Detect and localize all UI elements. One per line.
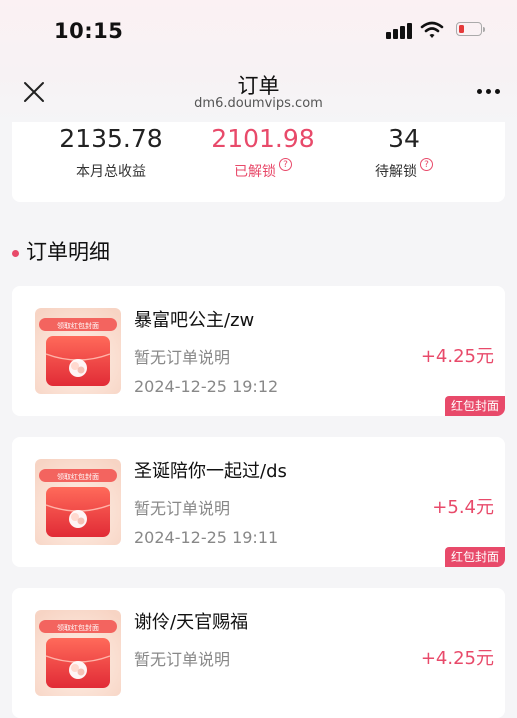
order-tag: 红包封面 — [444, 396, 505, 416]
order-name: 圣诞陪你一起过/ds — [134, 461, 287, 482]
stats-card: 2135.78 本月总收益 2101.98 已解锁? 34 待解锁? — [12, 122, 505, 202]
order-amount: +4.25元 — [420, 346, 494, 367]
nav-bar: 订单 dm6.doumvips.com — [0, 62, 517, 122]
page-url: dm6.doumvips.com — [194, 96, 323, 111]
more-icon[interactable] — [474, 86, 504, 98]
order-thumbnail: 领取红包封面领取红包封面 — [35, 459, 121, 545]
section-title: 订单明细 — [12, 236, 110, 266]
battery-icon — [456, 22, 489, 38]
wifi-icon — [420, 21, 444, 38]
status-bar: 10:15 — [0, 0, 517, 62]
stat-label-text: 本月总收益 — [76, 164, 146, 180]
stat-label-text: 待解锁 — [375, 164, 417, 180]
order-time: 2024-12-25 19:11 — [134, 528, 279, 547]
stat-value: 2101.98 — [211, 124, 315, 153]
stat-value: 34 — [388, 124, 420, 153]
stat-item: 2135.78 本月总收益 — [31, 122, 191, 181]
order-card[interactable]: 领取红包封面领取红包封面暴富吧公主/zw 暂无订单说明 2024-12-25 19:… — [12, 286, 505, 416]
stat-label: 待解锁? — [324, 158, 484, 181]
stat-item: 2101.98 已解锁? — [183, 122, 343, 181]
order-thumbnail: 领取红包封面领取红包封面 — [35, 610, 121, 696]
order-description: 暂无订单说明 — [134, 650, 231, 669]
status-time: 10:15 — [54, 19, 124, 43]
order-description: 暂无订单说明 — [134, 499, 231, 518]
order-card[interactable]: 领取红包封面领取红包封面圣诞陪你一起过/ds 暂无订单说明 2024-12-25 1… — [12, 437, 505, 567]
order-amount: +4.25元 — [420, 648, 494, 669]
stat-label: 已解锁? — [183, 158, 343, 181]
order-card[interactable]: 领取红包封面领取红包封面谢伶/天官赐福暂无订单说明 +4.25元 — [12, 588, 505, 718]
svg-text:领取红包封面: 领取红包封面 — [57, 623, 99, 632]
order-tag: 红包封面 — [444, 547, 505, 567]
order-name: 谢伶/天官赐福 — [134, 612, 249, 633]
help-icon[interactable]: ? — [279, 158, 292, 171]
order-thumbnail: 领取红包封面领取红包封面 — [35, 308, 121, 394]
section-title-text: 订单明细 — [26, 240, 110, 264]
svg-text:领取红包封面: 领取红包封面 — [57, 472, 99, 481]
section-dot — [12, 249, 19, 257]
signal-icon — [386, 21, 414, 39]
order-name: 暴富吧公主/zw — [134, 310, 255, 331]
stat-item: 34 待解锁? — [324, 122, 484, 181]
stat-label: 本月总收益 — [31, 161, 191, 181]
order-description: 暂无订单说明 — [134, 348, 231, 367]
order-amount: +5.4元 — [432, 497, 494, 518]
order-time: 2024-12-25 19:12 — [134, 377, 279, 396]
svg-text:领取红包封面: 领取红包封面 — [57, 321, 99, 330]
stat-value: 2135.78 — [59, 124, 163, 153]
stat-label-text: 已解锁 — [234, 164, 276, 180]
help-icon[interactable]: ? — [420, 158, 433, 171]
